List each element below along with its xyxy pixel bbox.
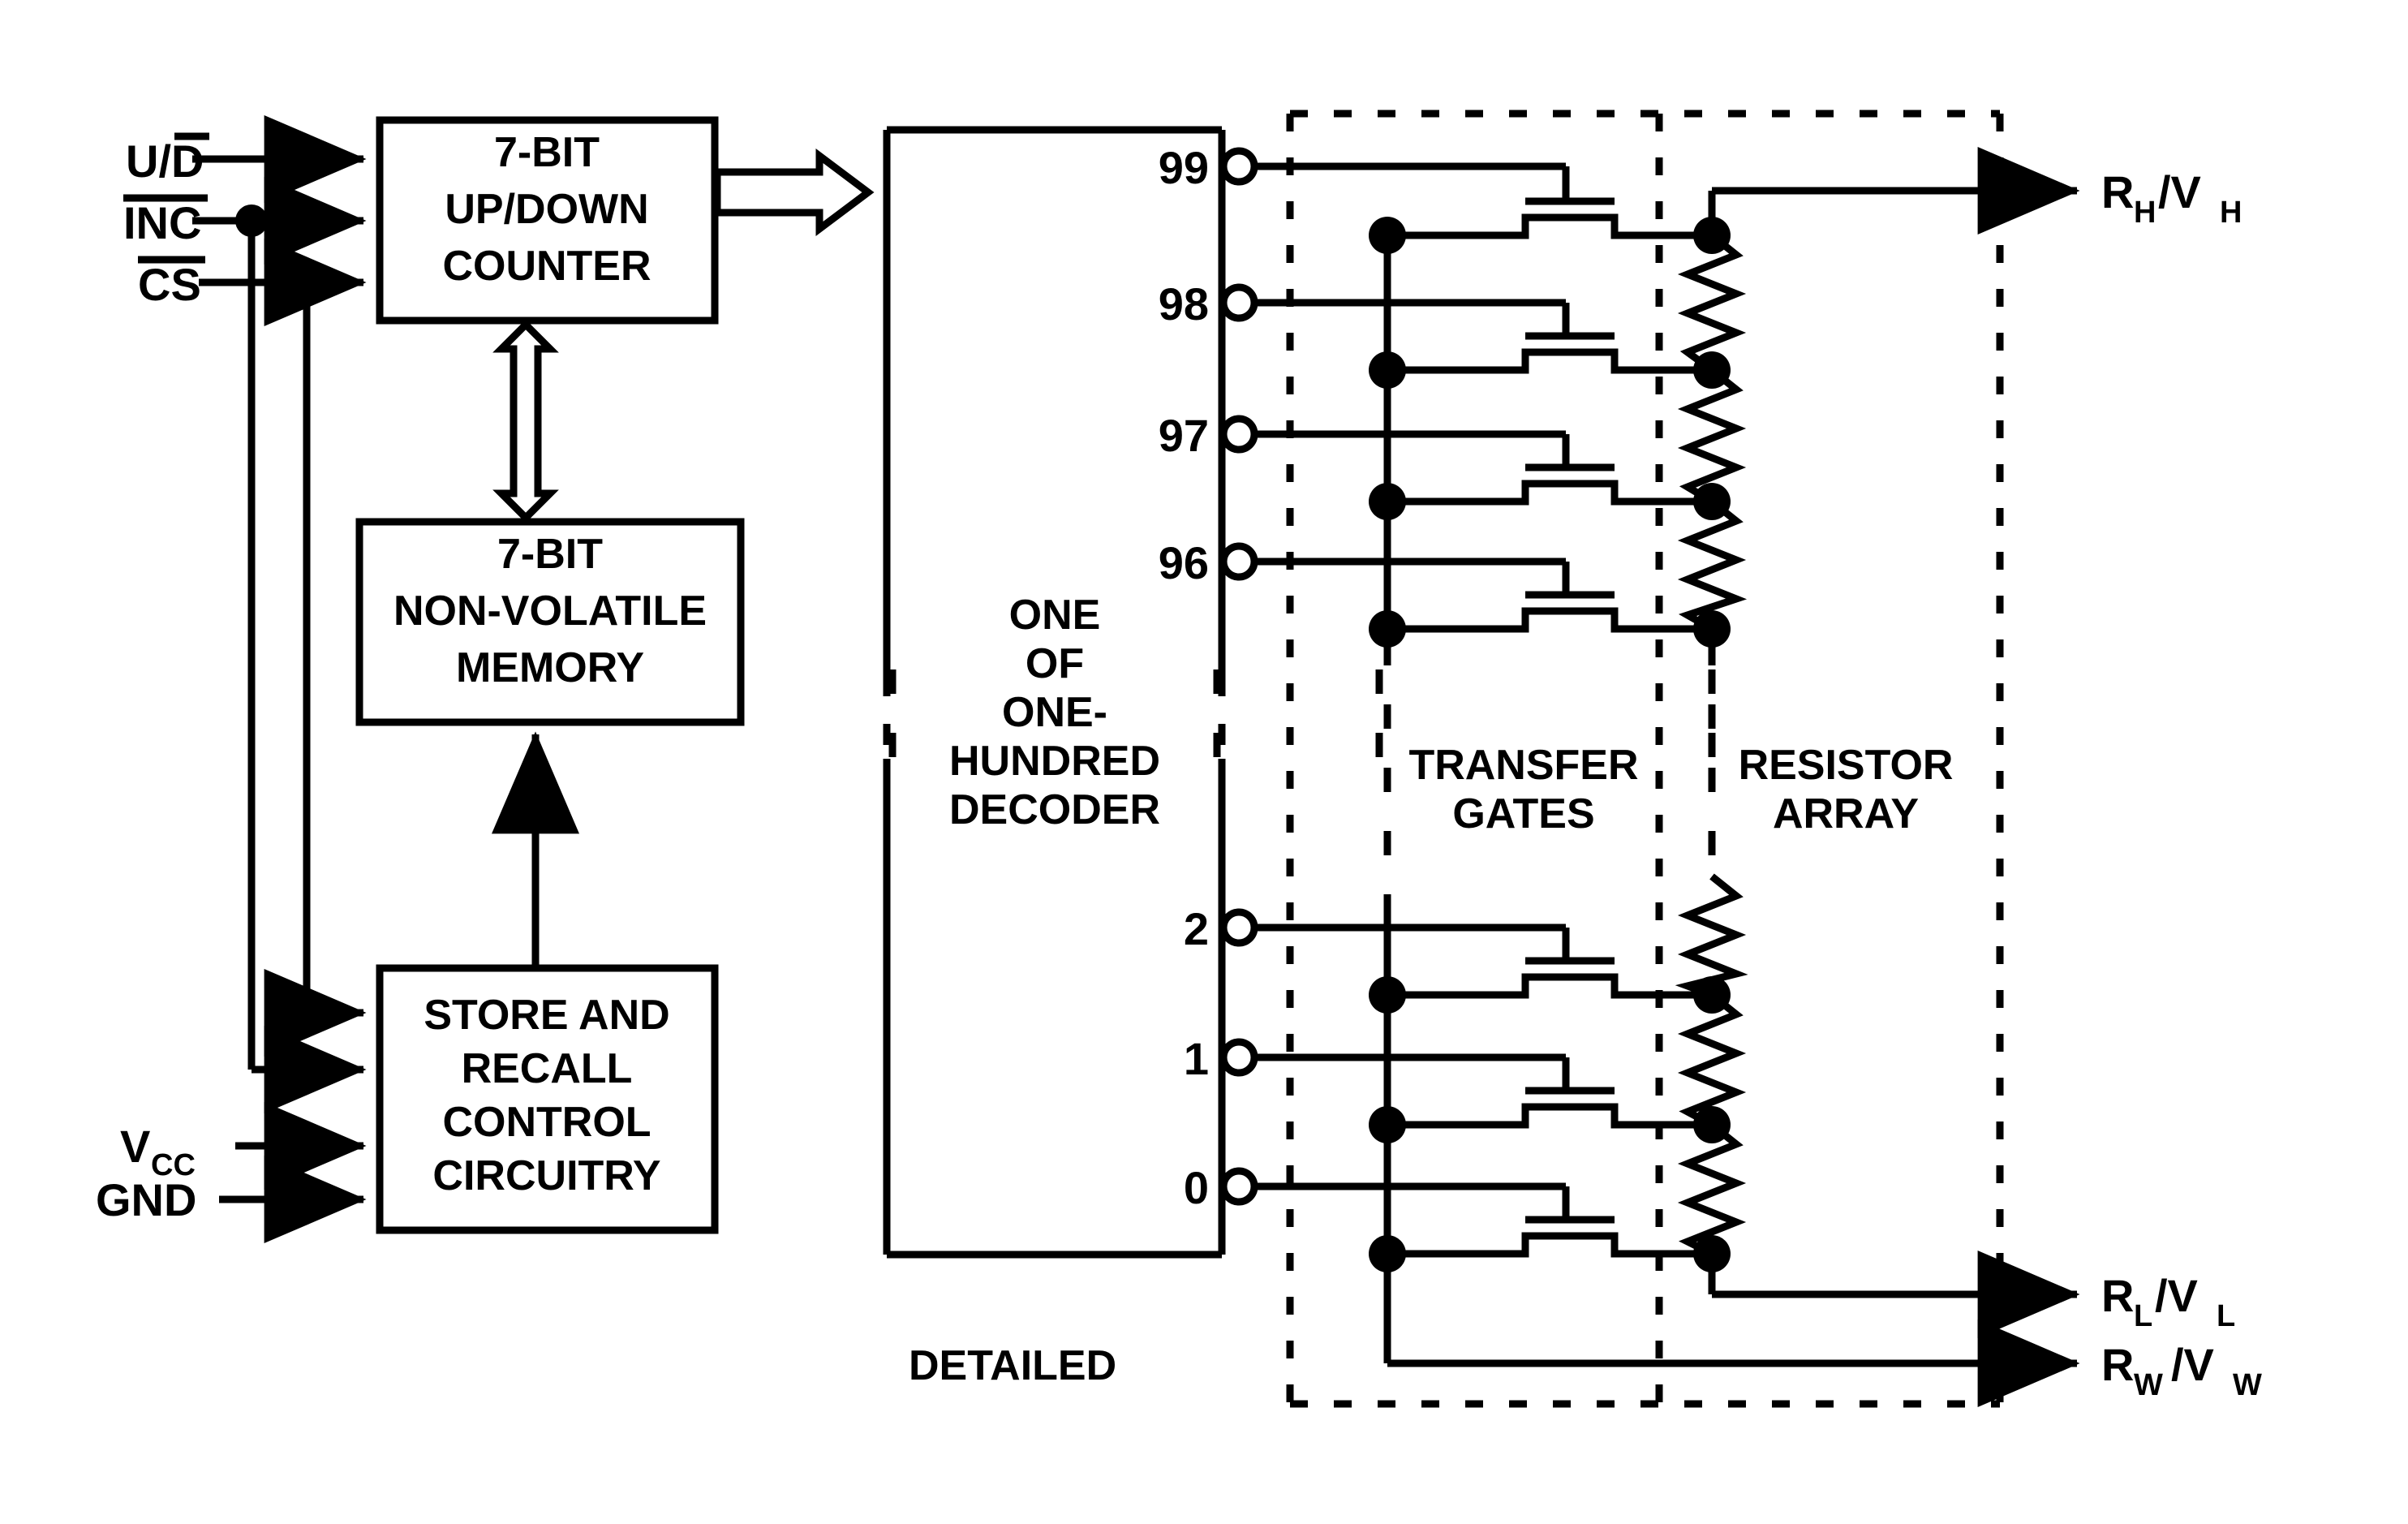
- decoder-output-98: 98: [1159, 278, 1209, 329]
- counter-line-1: 7-BIT: [494, 129, 600, 176]
- rl-r: R: [2101, 1270, 2134, 1321]
- transfer-gates-line-2: GATES: [1452, 790, 1594, 837]
- transfer-gates-line-1: TRANSFER: [1408, 742, 1638, 789]
- junction-dot: [1693, 1106, 1731, 1143]
- gnd-label: GND: [96, 1174, 196, 1225]
- junction-dot: [1369, 610, 1406, 648]
- counter-line-2: UP/DOWN: [445, 186, 648, 233]
- resistor-array-top: [1677, 191, 1748, 632]
- rh-slash: /V: [2158, 166, 2201, 217]
- junction-dot: [1369, 1235, 1406, 1272]
- decoder-line-4: HUNDRED: [949, 738, 1160, 785]
- decoder-output-96: 96: [1159, 537, 1209, 588]
- resistor-array-line-2: ARRAY: [1773, 790, 1919, 837]
- input-label-cs: CS: [138, 256, 205, 310]
- input-label-gnd: GND: [96, 1174, 196, 1225]
- junction-dot: [1369, 976, 1406, 1014]
- counter-line-3: COUNTER: [442, 243, 651, 290]
- control-line-1: STORE AND: [424, 992, 669, 1039]
- decoder-line-3: ONE-: [1002, 689, 1107, 736]
- nvmem-line-1: 7-BIT: [497, 531, 603, 578]
- nvmem-line-3: MEMORY: [456, 644, 644, 691]
- transfer-gate-network-top: [1254, 162, 1712, 641]
- decoder-output-97: 97: [1159, 410, 1209, 461]
- rw-r: R: [2101, 1339, 2134, 1390]
- input-label-inc: INC: [123, 194, 208, 248]
- junction-dot: [1369, 351, 1406, 389]
- rh-vsub: H: [2220, 196, 2242, 230]
- decoder-output-2: 2: [1184, 903, 1209, 954]
- block-diagram-canvas: 7-BIT UP/DOWN COUNTER 7-BIT NON-VOLATILE…: [0, 0, 2408, 1524]
- control-line-2: RECALL: [462, 1045, 633, 1092]
- control-line-3: CONTROL: [442, 1099, 651, 1146]
- decoder-output-numbers-top: 99 98 97 96: [1159, 142, 1209, 588]
- rw-rsub: W: [2134, 1368, 2163, 1402]
- inc-label: INC: [123, 197, 201, 248]
- input-wires: [192, 115, 367, 1243]
- cs-label: CS: [138, 259, 201, 310]
- decoder-output-0: 0: [1184, 1162, 1209, 1213]
- nvmem-line-2: NON-VOLATILE: [393, 588, 707, 635]
- junction-dot: [1369, 1106, 1406, 1143]
- input-label-vcc: V CC: [120, 1121, 196, 1182]
- rh-output-wire: [1708, 147, 2080, 235]
- junction-dot: [1693, 976, 1731, 1014]
- control-line-4: CIRCUITRY: [432, 1152, 660, 1199]
- junction-dot: [1693, 217, 1731, 254]
- decoder-output-pins-bottom: [1219, 908, 1258, 1206]
- rl-slash: /V: [2155, 1270, 2198, 1321]
- block-decoder-label: ONE OF ONE- HUNDRED DECODER: [949, 592, 1160, 833]
- counter-memory-bus: [492, 319, 559, 523]
- detailed-caption: DETAILED: [909, 1342, 1116, 1389]
- decoder-output-1: 1: [1184, 1033, 1209, 1084]
- section-label-resistor-array: RESISTOR ARRAY: [1739, 742, 1954, 837]
- rw-vsub: W: [2233, 1368, 2262, 1402]
- decoder-output-99: 99: [1159, 142, 1209, 193]
- output-label-rw: R W /V W: [2101, 1339, 2262, 1402]
- rl-rsub: L: [2134, 1299, 2152, 1333]
- rh-rsub: H: [2134, 196, 2156, 230]
- decoder-line-2: OF: [1026, 640, 1084, 687]
- junction-dot: [1693, 483, 1731, 520]
- junction-dot: [235, 204, 268, 237]
- output-label-rl: R L /V L: [2101, 1270, 2235, 1333]
- junction-dot: [1693, 351, 1731, 389]
- output-label-rh: R H /V H: [2101, 166, 2242, 230]
- input-label-ud: U/D: [126, 132, 209, 187]
- junction-dot: [1693, 610, 1731, 648]
- decoder-line-5: DECODER: [949, 786, 1160, 833]
- decoder-output-numbers-bottom: 2 1 0: [1184, 903, 1209, 1213]
- decoder-line-1: ONE: [1009, 592, 1101, 639]
- ud-label: U/D: [126, 136, 204, 187]
- rw-slash: /V: [2171, 1339, 2214, 1390]
- vcc-label: V: [120, 1121, 150, 1172]
- rh-r: R: [2101, 166, 2134, 217]
- resistor-array-line-1: RESISTOR: [1739, 742, 1954, 789]
- counter-decoder-bus: [713, 149, 875, 236]
- rl-vsub: L: [2217, 1299, 2235, 1333]
- junction-dot: [1693, 1235, 1731, 1272]
- circuit-svg: 7-BIT UP/DOWN COUNTER 7-BIT NON-VOLATILE…: [96, 110, 2262, 1408]
- junction-dot: [290, 266, 323, 299]
- resistor-array-bottom: [1675, 873, 2080, 1338]
- junction-dot: [1369, 217, 1406, 254]
- decoder-output-pins-top: [1219, 147, 1258, 581]
- section-label-transfer-gates: TRANSFER GATES: [1408, 742, 1638, 837]
- junction-dot: [1369, 483, 1406, 520]
